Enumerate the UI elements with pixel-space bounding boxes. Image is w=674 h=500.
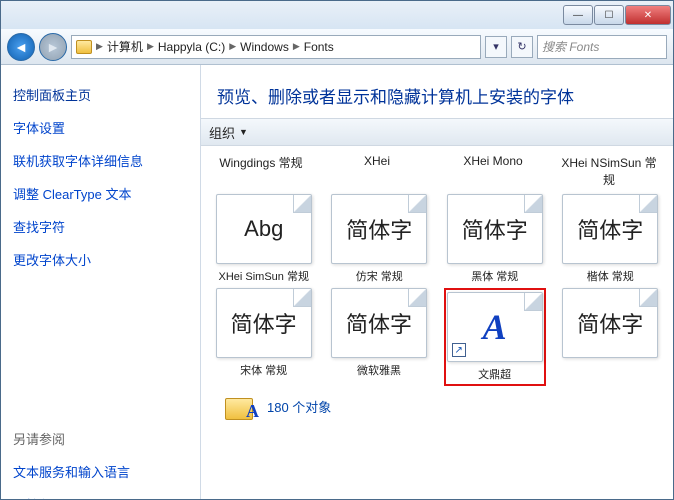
breadcrumb[interactable]: ▶ 计算机 ▶ Happyla (C:) ▶ Windows ▶ Fonts bbox=[71, 35, 481, 59]
folder-icon bbox=[76, 40, 92, 54]
page-corner-icon bbox=[639, 289, 657, 307]
refresh-button[interactable]: ↻ bbox=[511, 36, 533, 58]
font-item[interactable]: 简体字 黑体 常规 bbox=[444, 194, 546, 284]
font-item[interactable]: 简体字 仿宋 常规 bbox=[329, 194, 431, 284]
search-placeholder: 搜索 Fonts bbox=[542, 38, 599, 55]
chevron-right-icon: ▶ bbox=[145, 41, 156, 52]
font-label: 文鼎超 bbox=[445, 366, 545, 382]
search-input[interactable]: 搜索 Fonts bbox=[537, 35, 667, 59]
sidebar-link-font-settings[interactable]: 字体设置 bbox=[13, 118, 188, 137]
back-button[interactable]: ◄ bbox=[7, 33, 35, 61]
status-bar: A 180 个对象 bbox=[213, 390, 661, 422]
crumb-fonts[interactable]: Fonts bbox=[304, 40, 334, 54]
refresh-icon: ↻ bbox=[517, 40, 526, 53]
page-corner-icon bbox=[524, 195, 542, 213]
page-corner-icon bbox=[293, 195, 311, 213]
path-dropdown[interactable]: ▾ bbox=[485, 36, 507, 58]
font-grid: Wingdings 常规 XHei XHei Mono XHei NSimSun… bbox=[201, 146, 673, 499]
font-sample: 简体字 bbox=[231, 307, 297, 339]
sidebar-heading: 控制面板主页 bbox=[13, 85, 188, 104]
sidebar-link-change-font-size[interactable]: 更改字体大小 bbox=[13, 250, 188, 269]
font-label: XHei Mono bbox=[445, 154, 541, 188]
sidebar-also-heading: 另请参阅 bbox=[13, 429, 188, 448]
page-corner-icon bbox=[408, 195, 426, 213]
font-label: 楷体 常规 bbox=[560, 268, 660, 284]
chevron-right-icon: ▶ bbox=[227, 41, 238, 52]
page-corner-icon bbox=[408, 289, 426, 307]
font-label: XHei bbox=[329, 154, 425, 188]
sidebar-link-text-services[interactable]: 文本服务和输入语言 bbox=[13, 462, 188, 481]
sidebar-link-personalization[interactable]: 个性化 bbox=[13, 495, 188, 499]
toolbar: 组织 ▼ bbox=[201, 118, 673, 146]
font-sample: 简体字 bbox=[577, 213, 643, 245]
font-label: Wingdings 常规 bbox=[213, 154, 309, 188]
font-row-labels: Wingdings 常规 XHei XHei Mono XHei NSimSun… bbox=[213, 154, 661, 188]
sidebar-link-find-character[interactable]: 查找字符 bbox=[13, 217, 188, 236]
crumb-drive[interactable]: Happyla (C:) bbox=[158, 40, 225, 54]
titlebar: — ☐ ✕ bbox=[1, 1, 673, 29]
font-item[interactable]: 简体字 宋体 常规 bbox=[213, 288, 314, 378]
font-label: XHei NSimSun 常规 bbox=[561, 154, 657, 188]
font-sample: 简体字 bbox=[577, 307, 643, 339]
font-item[interactable]: 简体字 楷体 常规 bbox=[560, 194, 662, 284]
crumb-computer[interactable]: 计算机 bbox=[107, 38, 143, 55]
font-sample: 简体字 bbox=[346, 213, 412, 245]
font-item[interactable]: 简体字 bbox=[560, 288, 661, 362]
font-item[interactable]: Abg XHei SimSun 常规 bbox=[213, 194, 315, 284]
content: 控制面板主页 字体设置 联机获取字体详细信息 调整 ClearType 文本 查… bbox=[1, 65, 673, 499]
font-item[interactable]: 简体字 微软雅黑 bbox=[328, 288, 429, 378]
maximize-button[interactable]: ☐ bbox=[594, 5, 624, 25]
chevron-down-icon[interactable]: ▼ bbox=[239, 127, 248, 137]
chevron-right-icon: ▶ bbox=[94, 41, 105, 52]
minimize-button[interactable]: — bbox=[563, 5, 593, 25]
page-corner-icon bbox=[293, 289, 311, 307]
arrow-right-icon: ► bbox=[46, 39, 60, 55]
status-text: 180 个对象 bbox=[267, 397, 331, 416]
chevron-right-icon: ▶ bbox=[291, 41, 302, 52]
page-corner-icon bbox=[639, 195, 657, 213]
font-label: XHei SimSun 常规 bbox=[214, 268, 314, 284]
page-title: 预览、删除或者显示和隐藏计算机上安装的字体 bbox=[201, 65, 673, 118]
font-label: 微软雅黑 bbox=[329, 362, 429, 378]
organize-button[interactable]: 组织 bbox=[209, 123, 235, 142]
sidebar-link-get-fonts-online[interactable]: 联机获取字体详细信息 bbox=[13, 151, 188, 170]
fonts-folder-icon: A bbox=[225, 392, 257, 420]
sidebar: 控制面板主页 字体设置 联机获取字体详细信息 调整 ClearType 文本 查… bbox=[1, 65, 201, 499]
chevron-down-icon: ▾ bbox=[493, 40, 499, 53]
font-sample: 简体字 bbox=[462, 213, 528, 245]
font-label: 黑体 常规 bbox=[445, 268, 545, 284]
navbar: ◄ ► ▶ 计算机 ▶ Happyla (C:) ▶ Windows ▶ Fon… bbox=[1, 29, 673, 65]
shortcut-arrow-icon: ↗ bbox=[452, 343, 466, 357]
page-corner-icon bbox=[524, 293, 542, 311]
close-button[interactable]: ✕ bbox=[625, 5, 671, 25]
crumb-windows[interactable]: Windows bbox=[240, 40, 289, 54]
window: — ☐ ✕ ◄ ► ▶ 计算机 ▶ Happyla (C:) ▶ Windows… bbox=[0, 0, 674, 500]
font-label: 宋体 常规 bbox=[214, 362, 314, 378]
font-row: 简体字 宋体 常规 简体字 微软雅黑 A ↗ 文鼎超 bbox=[213, 288, 661, 386]
main-pane: 预览、删除或者显示和隐藏计算机上安装的字体 组织 ▼ Wingdings 常规 … bbox=[201, 65, 673, 499]
forward-button: ► bbox=[39, 33, 67, 61]
font-sample: 简体字 bbox=[346, 307, 412, 339]
font-label: 仿宋 常规 bbox=[329, 268, 429, 284]
font-sample: Abg bbox=[244, 216, 283, 242]
sidebar-link-cleartype[interactable]: 调整 ClearType 文本 bbox=[13, 184, 188, 203]
arrow-left-icon: ◄ bbox=[14, 39, 28, 55]
font-item-highlighted[interactable]: A ↗ 文鼎超 bbox=[444, 288, 546, 386]
font-shortcut-icon: A bbox=[483, 306, 507, 348]
font-row: Abg XHei SimSun 常规 简体字 仿宋 常规 简体字 黑体 常规 简… bbox=[213, 194, 661, 284]
